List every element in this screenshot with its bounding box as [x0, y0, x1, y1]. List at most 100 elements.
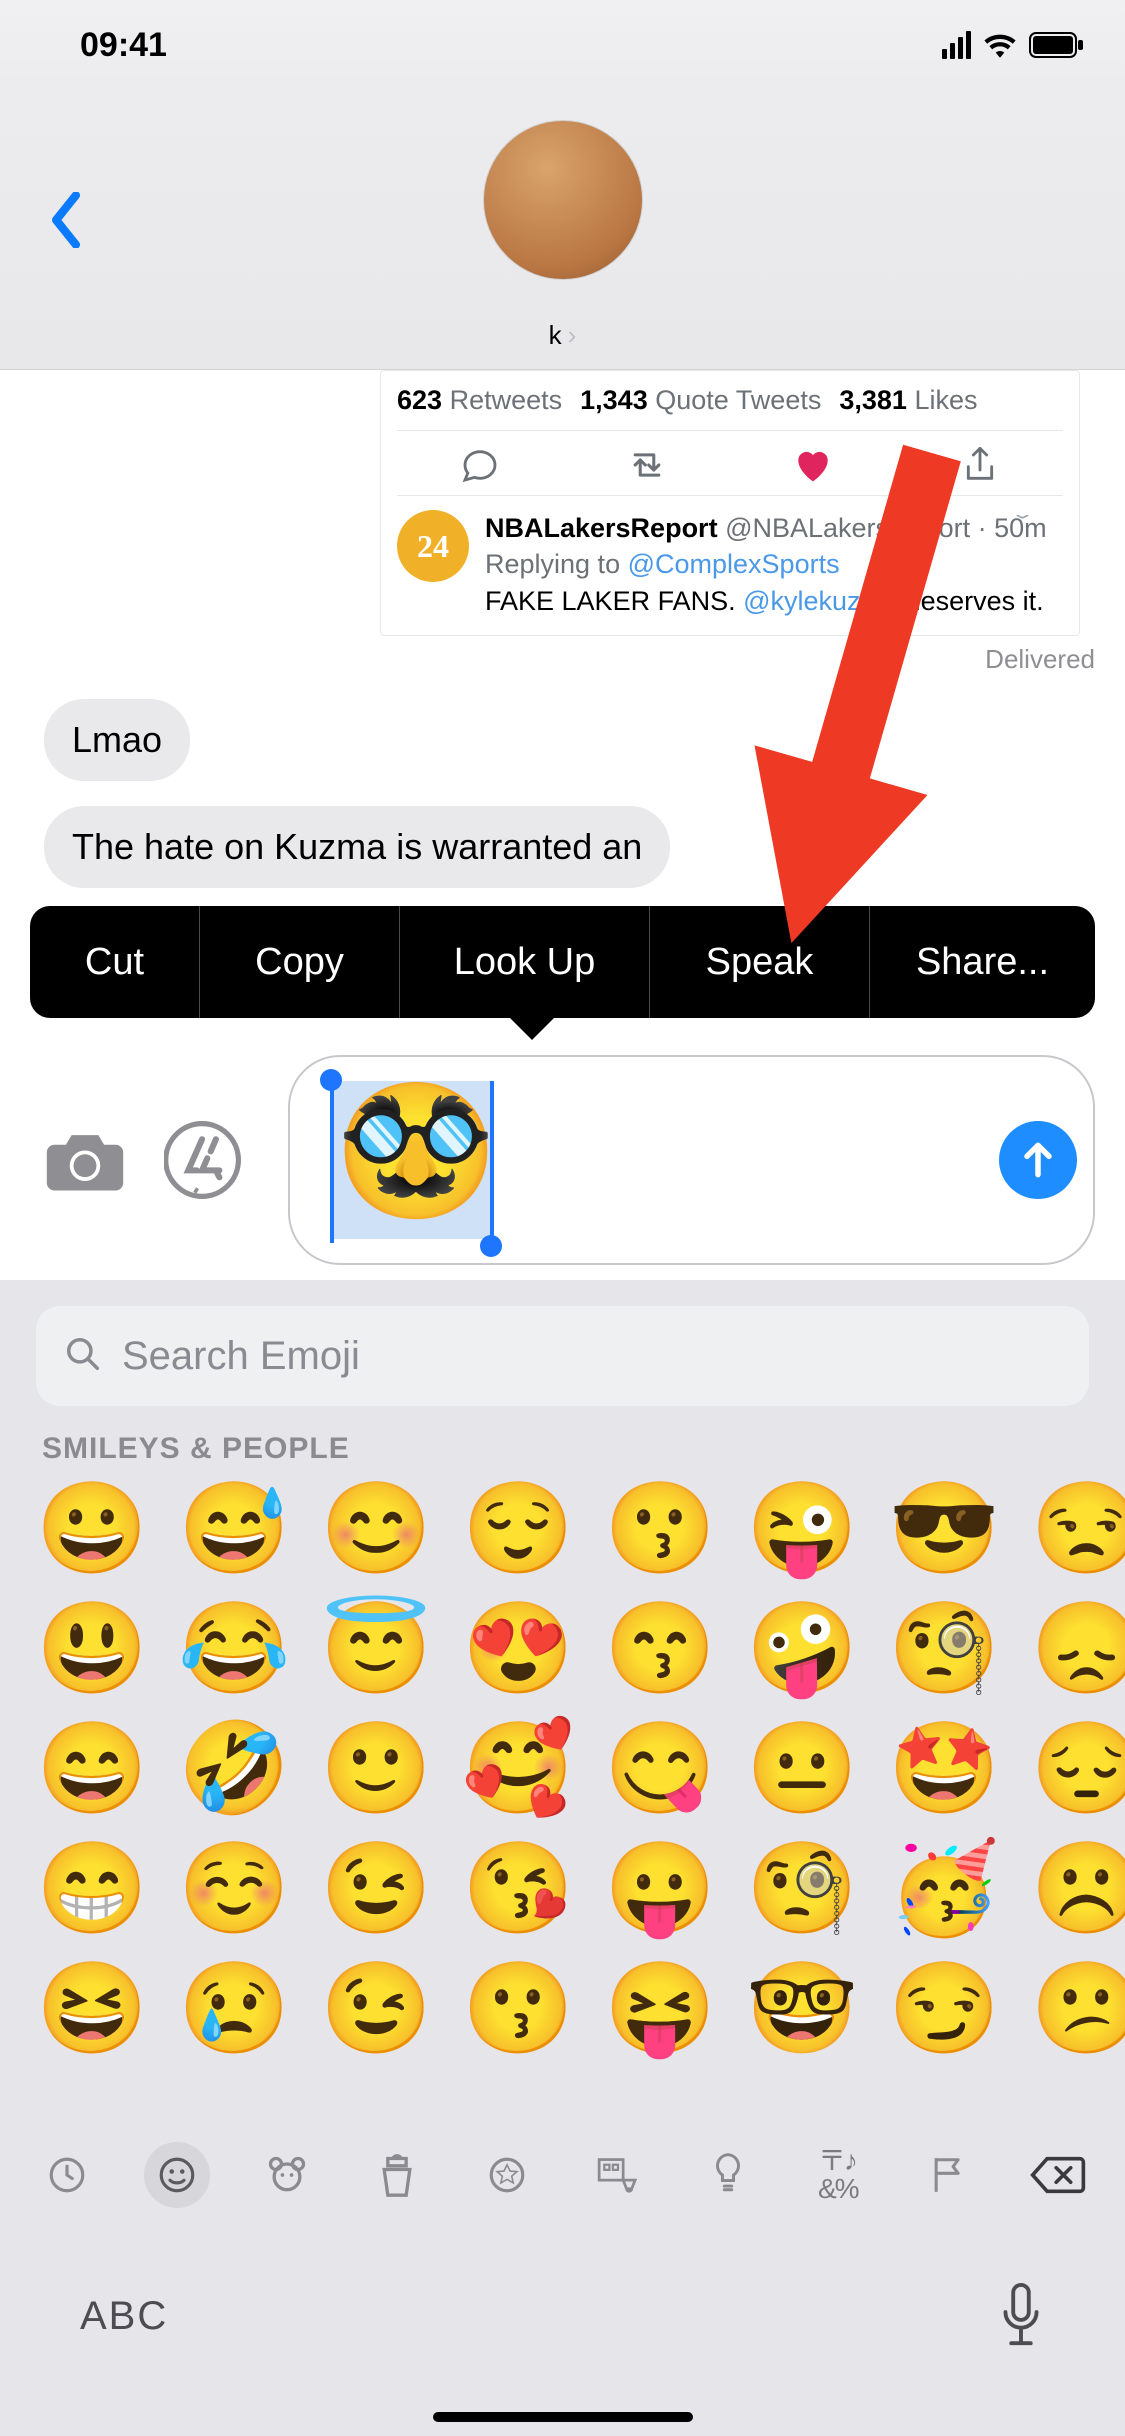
selection-caret[interactable] — [330, 1081, 334, 1243]
status-time: 09:41 — [40, 26, 167, 65]
selection-handle-start[interactable] — [320, 1069, 342, 1091]
emoji-key[interactable]: 🤩 — [888, 1724, 1000, 1814]
battery-icon — [1029, 32, 1085, 58]
share-action[interactable]: Share... — [870, 906, 1095, 1018]
emoji-key[interactable]: 😘 — [462, 1844, 574, 1934]
search-placeholder: Search Emoji — [122, 1334, 360, 1379]
conversation-header: k › — [0, 90, 1125, 370]
comment-icon — [456, 445, 504, 485]
keyboard-bottom-row: ABC — [0, 2246, 1125, 2386]
chevron-right-icon: › — [568, 320, 577, 351]
emoji-key[interactable]: ☺️ — [178, 1844, 290, 1934]
selected-emoji: 🥸 — [335, 1085, 497, 1215]
context-menu-pointer — [510, 1018, 554, 1040]
emoji-key[interactable]: 🥳 — [888, 1844, 1000, 1934]
category-animals[interactable] — [254, 2142, 320, 2208]
contact-name: k — [549, 320, 562, 351]
quote-tweet-count: 1,343 — [580, 385, 648, 415]
emoji-category-row: 〒♪&% — [34, 2125, 1091, 2225]
status-bar: 09:41 — [0, 0, 1125, 90]
emoji-key[interactable]: 😍 — [462, 1604, 574, 1694]
emoji-key[interactable]: 😉 — [320, 1844, 432, 1934]
emoji-key[interactable]: 😛 — [604, 1844, 716, 1934]
delete-button[interactable] — [1025, 2142, 1091, 2208]
search-icon — [64, 1335, 102, 1378]
emoji-key[interactable]: ☹️ — [1030, 1844, 1125, 1934]
contact-avatar[interactable] — [483, 120, 643, 280]
emoji-search[interactable]: Search Emoji — [36, 1306, 1089, 1406]
camera-button[interactable] — [40, 1115, 130, 1205]
emoji-key[interactable]: 🙂 — [320, 1724, 432, 1814]
emoji-key[interactable]: 🤓 — [746, 1964, 858, 2054]
category-activity[interactable] — [474, 2142, 540, 2208]
like-count: 3,381 — [839, 385, 907, 415]
emoji-key[interactable]: 😢 — [178, 1964, 290, 2054]
emoji-key[interactable]: 😒 — [1030, 1484, 1125, 1574]
reply-author: NBALakersReport — [485, 513, 718, 543]
emoji-key[interactable]: 😏 — [888, 1964, 1000, 2054]
screen: 09:41 k › 623 Retweets 1,343 Quote Tweet… — [0, 0, 1125, 2436]
emoji-key[interactable]: 😔 — [1030, 1724, 1125, 1814]
emoji-key[interactable]: 😜 — [746, 1484, 858, 1574]
incoming-message[interactable]: Lmao — [44, 699, 190, 781]
emoji-key[interactable]: 😃 — [36, 1604, 148, 1694]
selection-caret[interactable] — [490, 1081, 494, 1243]
retweet-count: 623 — [397, 385, 442, 415]
wifi-icon — [983, 32, 1017, 58]
message-input[interactable]: 🥸 — [288, 1055, 1095, 1265]
selection-handle-end[interactable] — [480, 1235, 502, 1257]
emoji-key[interactable]: 😝 — [604, 1964, 716, 2054]
emoji-key[interactable]: 😐 — [746, 1724, 858, 1814]
category-smileys[interactable] — [144, 2142, 210, 2208]
emoji-key[interactable]: 😕 — [1030, 1964, 1125, 2054]
emoji-key[interactable]: 😀 — [36, 1484, 148, 1574]
send-button[interactable] — [999, 1121, 1077, 1199]
emoji-key[interactable]: 🤪 — [746, 1604, 858, 1694]
category-flags[interactable] — [915, 2142, 981, 2208]
emoji-key[interactable]: 😋 — [604, 1724, 716, 1814]
emoji-key[interactable]: 😆 — [36, 1964, 148, 2054]
emoji-key[interactable]: 🧐 — [888, 1604, 1000, 1694]
emoji-section-title: SMILEYS & PEOPLE — [42, 1432, 1089, 1466]
category-recent[interactable] — [34, 2142, 100, 2208]
copy-action[interactable]: Copy — [200, 906, 400, 1018]
contact-name-row[interactable]: k › — [549, 320, 577, 351]
emoji-key[interactable]: 😄 — [36, 1724, 148, 1814]
tweet-stats: 623 Retweets 1,343 Quote Tweets 3,381 Li… — [397, 371, 1063, 431]
emoji-key[interactable]: 😙 — [604, 1604, 716, 1694]
app-store-button[interactable] — [164, 1115, 254, 1205]
back-button[interactable] — [36, 180, 96, 260]
emoji-key[interactable]: 😉 — [320, 1964, 432, 2054]
lookup-action[interactable]: Look Up — [400, 906, 650, 1018]
incoming-message[interactable]: The hate on Kuzma is warranted an — [44, 806, 670, 888]
status-icons — [942, 31, 1085, 59]
abc-button[interactable]: ABC — [80, 2294, 168, 2339]
emoji-grid: 😀😅😊😌😗😜😎😒😃😂😇😍😙🤪🧐😞😄🤣🙂🥰😋😐🤩😔😁☺️😉😘😛🧐🥳☹️😆😢😉😗😝🤓… — [36, 1484, 1089, 2054]
category-symbols[interactable]: 〒♪&% — [805, 2142, 871, 2208]
emoji-key[interactable]: 😅 — [178, 1484, 290, 1574]
dictation-button[interactable] — [997, 2281, 1045, 2351]
emoji-key[interactable]: 🤣 — [178, 1724, 290, 1814]
reply-avatar: 24 — [397, 510, 469, 582]
cellular-signal-icon — [942, 31, 971, 59]
emoji-key[interactable]: 😞 — [1030, 1604, 1125, 1694]
emoji-key[interactable]: 😗 — [604, 1484, 716, 1574]
category-objects[interactable] — [695, 2142, 761, 2208]
cut-action[interactable]: Cut — [30, 906, 200, 1018]
emoji-key[interactable]: 😌 — [462, 1484, 574, 1574]
message-input-row: 🥸 — [0, 1040, 1125, 1280]
emoji-key[interactable]: 😂 — [178, 1604, 290, 1694]
emoji-key[interactable]: 🥰 — [462, 1724, 574, 1814]
category-travel[interactable] — [585, 2142, 651, 2208]
text-context-menu: Cut Copy Look Up Speak Share... — [30, 906, 1095, 1018]
emoji-key[interactable]: 😊 — [320, 1484, 432, 1574]
emoji-keyboard: Search Emoji SMILEYS & PEOPLE 😀 😅 😊 😌 😗 😜 😎 😒 😃 😂… — [0, 1280, 1125, 2436]
emoji-key[interactable]: 😗 — [462, 1964, 574, 2054]
home-indicator[interactable] — [433, 2412, 693, 2422]
emoji-key[interactable]: 😁 — [36, 1844, 148, 1934]
emoji-key[interactable]: 😇 — [320, 1604, 432, 1694]
emoji-key[interactable]: 😎 — [888, 1484, 1000, 1574]
category-food[interactable] — [364, 2142, 430, 2208]
emoji-key[interactable]: 🧐 — [746, 1844, 858, 1934]
retweet-icon — [623, 445, 671, 485]
